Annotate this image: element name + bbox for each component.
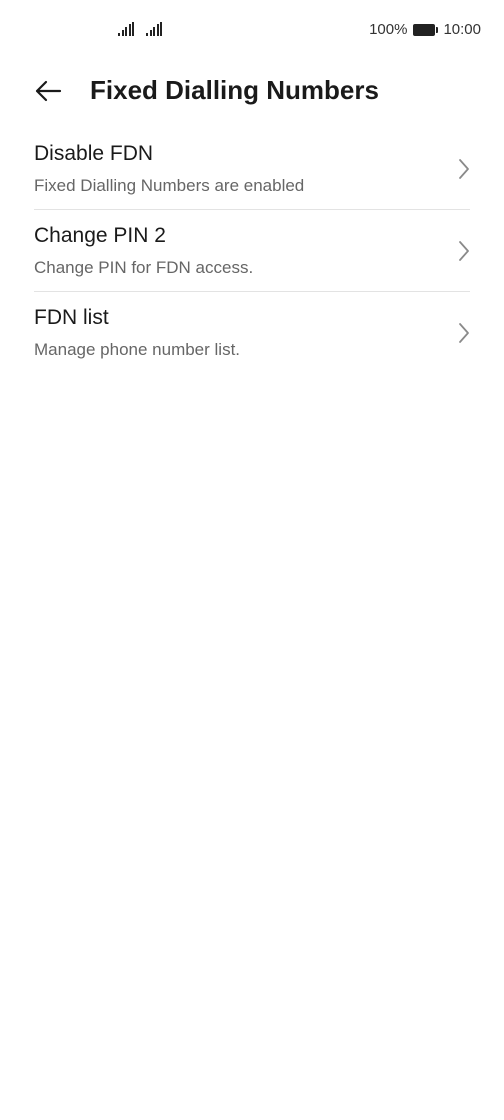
settings-list: Disable FDN Fixed Dialling Numbers are e…	[0, 128, 504, 374]
back-button[interactable]	[30, 74, 66, 108]
list-item-change-pin2[interactable]: Change PIN 2 Change PIN for FDN access.	[0, 210, 504, 292]
arrow-left-icon	[35, 80, 62, 102]
item-subtitle: Change PIN for FDN access.	[34, 258, 254, 277]
signal-icon	[146, 22, 162, 36]
signal-group	[118, 22, 162, 36]
list-item-disable-fdn[interactable]: Disable FDN Fixed Dialling Numbers are e…	[0, 128, 504, 210]
status-bar: 100% 10:00	[0, 0, 504, 62]
item-title: Disable FDN	[34, 142, 154, 165]
signal-icon	[118, 22, 134, 36]
status-right: 100% 10:00	[369, 21, 481, 38]
app-header: Fixed Dialling Numbers	[0, 62, 504, 120]
chevron-right-icon	[459, 241, 469, 261]
list-item-fdn-list[interactable]: FDN list Manage phone number list.	[0, 292, 504, 374]
chevron-right-icon	[459, 323, 469, 343]
chevron-right-icon	[459, 159, 469, 179]
item-subtitle: Manage phone number list.	[34, 340, 241, 359]
battery-percent: 100%	[369, 21, 408, 38]
item-title: FDN list	[34, 306, 109, 329]
battery-icon	[413, 23, 439, 36]
item-title: Change PIN 2	[34, 224, 166, 247]
item-subtitle: Fixed Dialling Numbers are enabled	[34, 176, 305, 195]
clock: 10:00	[443, 21, 481, 38]
page-title: Fixed Dialling Numbers	[90, 75, 379, 105]
